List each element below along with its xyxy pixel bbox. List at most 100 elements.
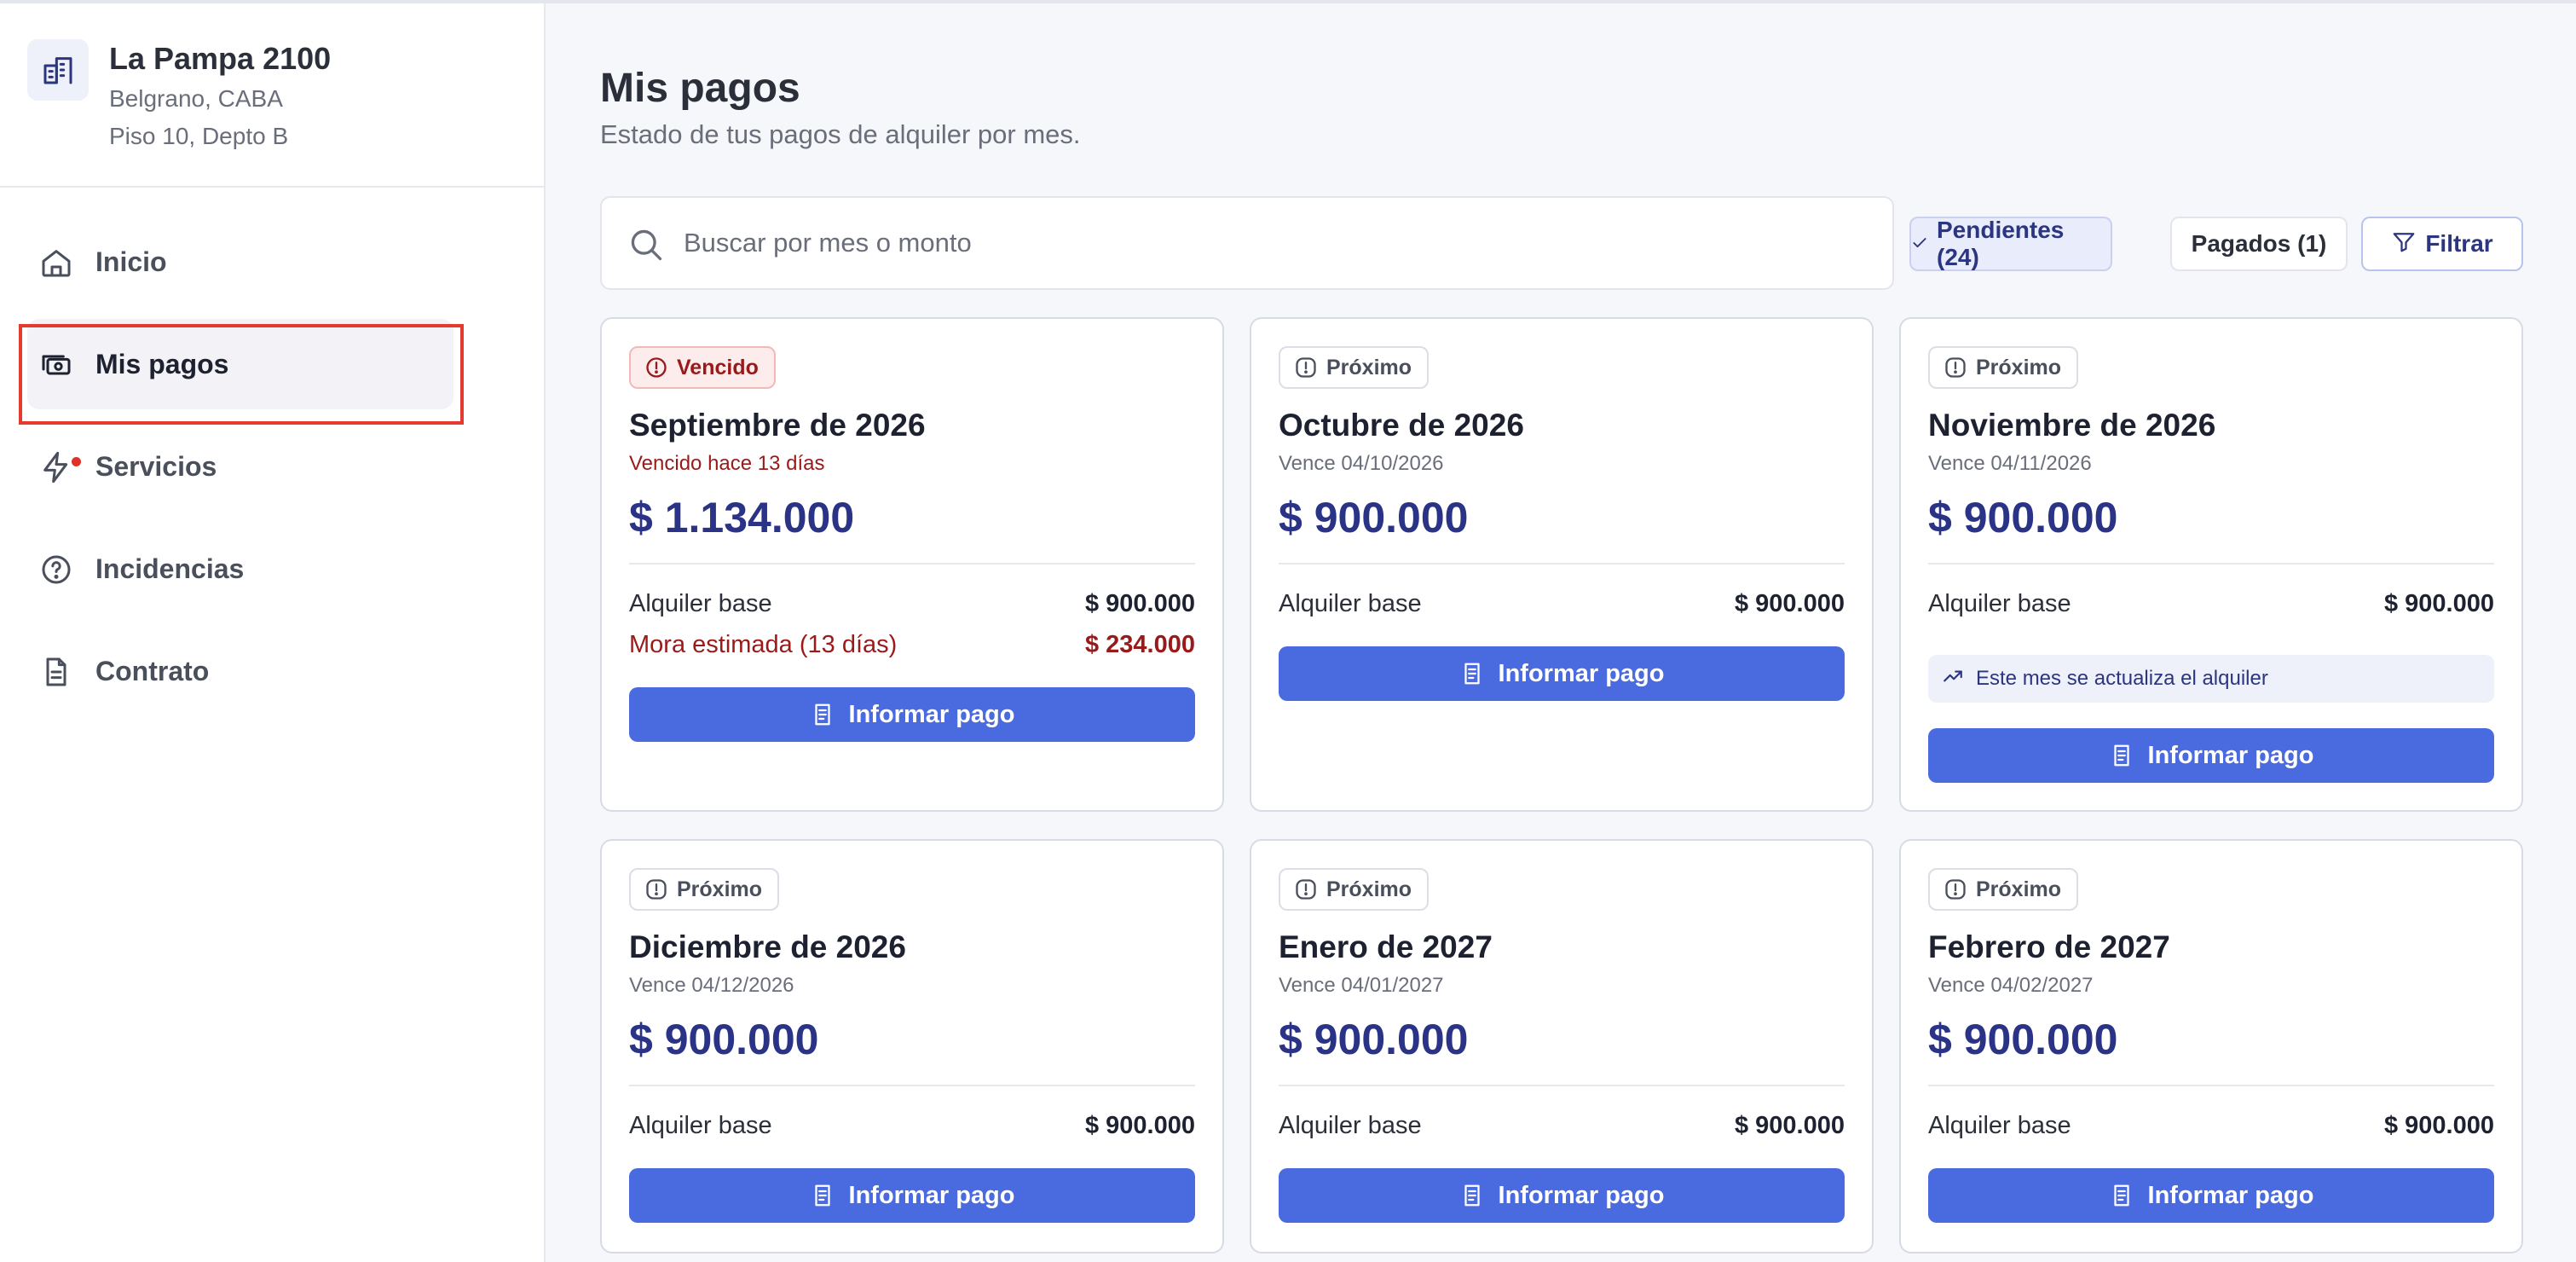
line-item-label: Alquiler base	[1928, 589, 2071, 617]
sidebar-item-incidencias[interactable]: Incidencias	[27, 524, 453, 614]
card-month: Septiembre de 2026	[629, 408, 926, 443]
money-icon	[39, 348, 73, 382]
status-badge-label: Próximo	[1976, 877, 2062, 901]
status-badge: Próximo	[1279, 346, 1430, 389]
informar-pago-button[interactable]: Informar pago	[629, 687, 1195, 742]
payment-card-diciembre-2026: Próximo Diciembre de 2026 Vence 04/12/20…	[600, 839, 1224, 1253]
card-month: Octubre de 2026	[1279, 408, 1524, 443]
notice-text: Este mes se actualiza el alquiler	[1976, 667, 2268, 690]
main-content: Mis pagos Estado de tus pagos de alquile…	[546, 3, 2576, 1262]
status-badge: Próximo	[1928, 868, 2079, 911]
status-badge: Próximo	[1928, 346, 2079, 389]
payment-card-febrero-2027: Próximo Febrero de 2027 Vence 04/02/2027…	[1899, 839, 2523, 1253]
filter-button[interactable]: Filtrar	[2361, 217, 2523, 271]
page-title: Mis pagos	[600, 66, 800, 111]
card-amount: $ 900.000	[1279, 1016, 1469, 1063]
card-amount: $ 900.000	[1928, 1016, 2118, 1063]
alert-circle-icon	[1944, 877, 1967, 901]
button-label: Informar pago	[848, 1181, 1015, 1209]
card-month: Noviembre de 2026	[1928, 408, 2216, 443]
property-unit: Piso 10, Depto B	[109, 123, 289, 149]
line-item-value: $ 900.000	[2383, 589, 2494, 617]
informar-pago-button[interactable]: Informar pago	[1928, 1168, 2494, 1223]
sidebar-item-contrato[interactable]: Contrato	[27, 626, 453, 716]
help-circle-icon	[39, 553, 73, 587]
funnel-icon	[2391, 229, 2417, 260]
informar-pago-button[interactable]: Informar pago	[629, 1168, 1195, 1223]
alert-circle-icon	[644, 877, 668, 901]
button-label: Informar pago	[1498, 1181, 1665, 1209]
status-badge-label: Próximo	[1326, 877, 1412, 901]
building-icon	[27, 39, 89, 101]
informar-pago-button[interactable]: Informar pago	[1279, 646, 1845, 701]
card-month: Diciembre de 2026	[629, 929, 906, 964]
line-item: Alquiler base $ 900.000	[1928, 587, 2494, 621]
informar-pago-button[interactable]: Informar pago	[1279, 1168, 1845, 1223]
filter-paid-label: Pagados (1)	[2191, 230, 2327, 257]
card-amount: $ 900.000	[1928, 494, 2118, 541]
sidebar: La Pampa 2100 Belgrano, CABA Piso 10, De…	[0, 3, 546, 1262]
search-icon	[627, 226, 665, 263]
filter-paid-chip[interactable]: Pagados (1)	[2170, 217, 2348, 271]
status-badge-label: Próximo	[1976, 355, 2062, 379]
home-icon	[39, 246, 73, 280]
property-neighborhood: Belgrano, CABA	[109, 85, 283, 112]
line-item: Alquiler base $ 900.000	[1928, 1109, 2494, 1143]
line-item-value: $ 900.000	[1084, 589, 1195, 617]
filter-button-label: Filtrar	[2425, 230, 2493, 257]
line-item: Alquiler base $ 900.000	[629, 1109, 1195, 1143]
line-item: Alquiler base $ 900.000	[1279, 587, 1845, 621]
informar-pago-button[interactable]: Informar pago	[1928, 728, 2494, 783]
card-month: Febrero de 2027	[1928, 929, 2170, 964]
filter-pending-chip[interactable]: Pendientes (24)	[1909, 217, 2112, 271]
divider	[1928, 563, 2494, 564]
divider	[1279, 563, 1845, 564]
divider	[629, 1085, 1195, 1086]
receipt-icon	[810, 1183, 835, 1208]
payment-card-noviembre-2026: Próximo Noviembre de 2026 Vence 04/11/20…	[1899, 317, 2523, 812]
card-amount: $ 900.000	[1279, 494, 1469, 541]
card-amount: $ 900.000	[629, 1016, 819, 1063]
sidebar-item-inicio[interactable]: Inicio	[27, 217, 453, 307]
receipt-icon	[2109, 1183, 2134, 1208]
line-item-value: $ 900.000	[1734, 1111, 1845, 1139]
card-amount: $ 1.134.000	[629, 494, 855, 541]
notification-dot	[72, 457, 81, 466]
line-item-value: $ 900.000	[1084, 1111, 1195, 1139]
button-label: Informar pago	[1498, 659, 1665, 687]
line-item: Alquiler base $ 900.000	[629, 587, 1195, 621]
button-label: Informar pago	[848, 700, 1015, 728]
sidebar-item-label: Inicio	[95, 246, 167, 277]
line-item-label: Alquiler base	[1928, 1111, 2071, 1139]
divider	[1279, 1085, 1845, 1086]
alert-circle-icon	[644, 356, 668, 379]
payment-card-enero-2027: Próximo Enero de 2027 Vence 04/01/2027 $…	[1250, 839, 1874, 1253]
trending-up-icon	[1942, 665, 1964, 693]
line-item-value: $ 234.000	[1084, 630, 1195, 658]
status-badge: Próximo	[1279, 868, 1430, 911]
sidebar-item-servicios[interactable]: Servicios	[27, 421, 453, 512]
payment-card-septiembre-2026: Vencido Septiembre de 2026 Vencido hace …	[600, 317, 1224, 812]
receipt-icon	[810, 702, 835, 727]
alert-circle-icon	[1294, 877, 1318, 901]
sidebar-item-label: Mis pagos	[95, 348, 229, 379]
card-due: Vence 04/10/2026	[1279, 452, 1444, 475]
line-item-value: $ 900.000	[1734, 589, 1845, 617]
check-icon	[1911, 230, 1928, 258]
card-due: Vencido hace 13 días	[629, 452, 825, 475]
payment-card-octubre-2026: Próximo Octubre de 2026 Vence 04/10/2026…	[1250, 317, 1874, 812]
sidebar-item-label: Contrato	[95, 655, 210, 686]
status-badge: Vencido	[629, 346, 776, 389]
filter-pending-label: Pendientes (24)	[1937, 217, 2065, 270]
line-item-label: Mora estimada (13 días)	[629, 630, 898, 658]
button-label: Informar pago	[2147, 1181, 2314, 1209]
search-input[interactable]	[684, 215, 1860, 271]
card-due: Vence 04/02/2027	[1928, 974, 2094, 997]
receipt-icon	[1459, 1183, 1485, 1208]
page-subtitle: Estado de tus pagos de alquiler por mes.	[600, 119, 1081, 149]
sidebar-item-label: Servicios	[95, 450, 217, 482]
property-header: La Pampa 2100 Belgrano, CABA Piso 10, De…	[0, 3, 544, 188]
divider	[1928, 1085, 2494, 1086]
sidebar-item-mis-pagos[interactable]: Mis pagos	[27, 319, 453, 409]
card-due: Vence 04/11/2026	[1928, 452, 2092, 475]
